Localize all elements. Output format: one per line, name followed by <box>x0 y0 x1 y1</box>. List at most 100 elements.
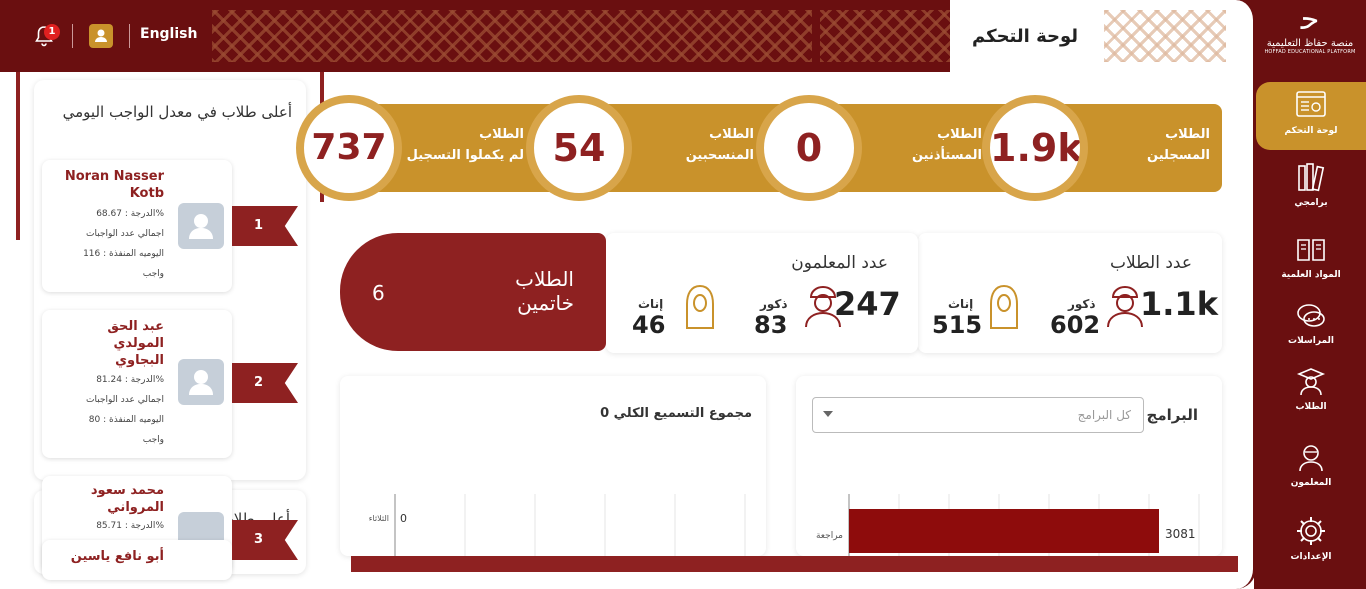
logo-mark-icon: ﺣ <box>1300 2 1320 37</box>
females-count: 515 <box>932 311 983 339</box>
student-card[interactable]: أبو نافع ياسين <box>42 540 232 580</box>
teachers-count-title: عدد المعلمون <box>791 253 888 273</box>
females-label: إناث <box>638 297 664 311</box>
student-card[interactable]: Noran Nasser Kotb الدرجة : 68.67% اجمالي… <box>42 160 232 292</box>
stat-label-line: المستأذنين <box>911 148 982 163</box>
student-card[interactable]: عبد الحق المولدي البجاوي الدرجة : 81.24%… <box>42 310 232 458</box>
sidebar-item-messages[interactable]: المراسلات <box>1256 292 1366 360</box>
user-icon <box>189 214 213 239</box>
males-count: 83 <box>754 311 788 339</box>
student-name: البجاوي <box>115 353 164 368</box>
stat-incomplete-value: 737 <box>296 95 402 201</box>
top-homework-title: أعلى طلاب في معدل الواجب اليومي <box>62 103 292 121</box>
student-name: Noran Nasser <box>64 169 164 184</box>
female-student-icon <box>990 284 1018 329</box>
females-label: إناث <box>948 297 974 311</box>
student-detail: اجمالي عدد الواجبات <box>86 229 164 239</box>
stat-incomplete-label: الطلاب لم يكملوا التسجيل <box>396 124 524 166</box>
student-name: المولدي <box>113 336 164 351</box>
chat-icon <box>1297 304 1325 327</box>
stat-registered-value: 1.9k <box>982 95 1088 201</box>
avatar <box>178 203 224 249</box>
student-score: الدرجة : 81.24% <box>96 375 164 385</box>
females-count: 46 <box>632 311 666 339</box>
sidebar-item-programs[interactable]: برامجي <box>1256 154 1366 222</box>
stat-label-line: لم يكملوا التسجيل <box>406 148 524 163</box>
male-teacher-icon <box>805 286 841 328</box>
tick-label: مراجعة <box>816 531 843 541</box>
sidebar-item-materials[interactable]: المواد العلمية <box>1256 226 1366 294</box>
brand-logo[interactable]: ﺣ منصة حفاظ التعليمية HOFFAD EDUCATIONAL… <box>1262 2 1358 68</box>
graduated-card: الطلاب خاتمين 6 <box>340 233 606 351</box>
programs-select-value: كل البرامج <box>1077 408 1131 422</box>
data-label: 0 <box>400 512 407 525</box>
student-score: الدرجة : 85.71% <box>96 521 164 531</box>
stat-withdrawn-label: الطلاب المنسحبين <box>644 124 754 166</box>
data-label: 3081 <box>1165 527 1196 541</box>
dashboard-icon <box>1296 91 1326 117</box>
student-name: المرواني <box>107 500 164 515</box>
stat-label-line: الطلاب <box>709 127 754 142</box>
student-detail: اليوميه المنفذة : 80 <box>88 415 164 425</box>
female-teacher-icon <box>686 284 714 329</box>
stat-withdrawn-value: 54 <box>526 95 632 201</box>
panel-accent <box>16 72 20 240</box>
header-pattern <box>820 10 950 62</box>
teacher-icon <box>1299 445 1323 472</box>
student-detail: واجب <box>142 269 164 279</box>
sidebar-item-dashboard[interactable]: لوحة التحكم <box>1256 82 1366 150</box>
sidebar-item-settings[interactable]: الإعدادات <box>1256 508 1366 576</box>
tick-label: الثلاثاء <box>369 514 389 523</box>
programs-select[interactable]: كل البرامج <box>812 397 1144 433</box>
title-pattern <box>1104 10 1244 62</box>
brand-subtitle: HOFFAD EDUCATIONAL PLATFORM <box>1264 49 1356 55</box>
sidebar-item-label: لوحة التحكم <box>1284 126 1338 136</box>
page-title: لوحة التحكم <box>972 26 1079 47</box>
sidebar-item-students[interactable]: الطلاب <box>1256 358 1366 426</box>
student-name: أبو نافع ياسين <box>70 549 164 564</box>
books-icon <box>1298 163 1325 192</box>
student-detail: واجب <box>142 435 164 445</box>
programs-chart-title: البرامج <box>1146 406 1198 424</box>
students-count-card: عدد الطلاب 1.1k ذكور 602 إناث 515 <box>918 233 1222 353</box>
avatar <box>178 359 224 405</box>
males-count: 602 <box>1050 311 1101 339</box>
recitation-chart: الثلاثاء 0 <box>369 494 746 556</box>
student-name: محمد سعود <box>90 483 164 498</box>
graduated-label-line: الطلاب <box>515 267 574 291</box>
stat-label-line: الطلاب <box>937 127 982 142</box>
bar <box>849 509 1159 553</box>
stat-on-leave-label: الطلاب المستأذنين <box>872 124 982 166</box>
user-icon <box>189 370 213 395</box>
stat-label-line: الطلاب <box>1165 127 1210 142</box>
teachers-total: 247 <box>834 285 901 323</box>
students-total: 1.1k <box>1140 285 1218 323</box>
graduated-label-line: خاتمين <box>517 291 574 315</box>
stat-label-line: المنسحبين <box>685 148 754 163</box>
sidebar-item-label: برامجي <box>1294 198 1328 208</box>
sidebar-item-label: الطلاب <box>1295 402 1327 412</box>
sidebar-item-label: الإعدادات <box>1290 552 1332 562</box>
males-label: ذكور <box>1068 297 1096 311</box>
students-count-title: عدد الطلاب <box>1109 253 1192 273</box>
student-score: الدرجة : 68.67% <box>96 209 164 219</box>
sidebar-item-label: المواد العلمية <box>1281 270 1341 280</box>
book-open-icon <box>1297 239 1325 261</box>
divider <box>129 24 130 48</box>
profile-button[interactable] <box>89 24 113 48</box>
males-label: ذكور <box>760 297 788 311</box>
sidebar-edge <box>1226 0 1256 589</box>
programs-chart: مراجعة 3081 <box>816 494 1200 556</box>
gear-icon <box>1297 517 1325 545</box>
stat-on-leave-value: 0 <box>756 95 862 201</box>
graduated-value: 6 <box>372 281 385 305</box>
sidebar-item-teachers[interactable]: المعلمون <box>1256 434 1366 502</box>
graduate-icon <box>1296 368 1326 396</box>
sidebar-item-label: المعلمون <box>1290 478 1332 488</box>
teachers-count-card: عدد المعلمون 247 ذكور 83 إناث 46 <box>606 233 918 353</box>
stat-label-line: المسجلين <box>1147 148 1210 163</box>
student-detail: اجمالي عدد الواجبات <box>86 395 164 405</box>
chevron-down-icon <box>823 411 833 417</box>
male-student-icon <box>1107 286 1143 328</box>
language-switch[interactable]: English <box>140 26 197 42</box>
